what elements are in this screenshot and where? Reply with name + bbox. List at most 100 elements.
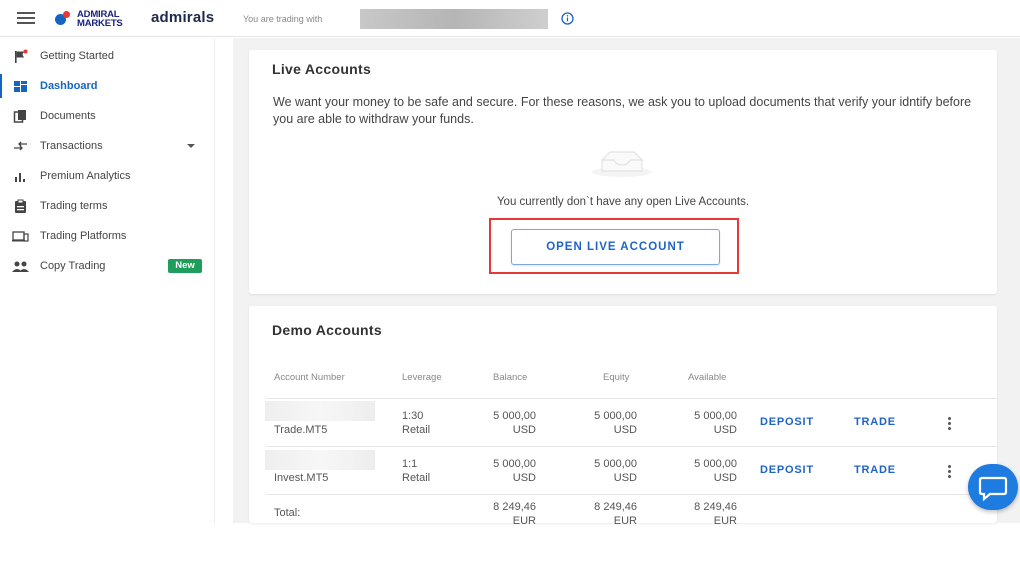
leverage-value: 1:30: [402, 410, 424, 422]
sidebar-item-label: Trading Platforms: [40, 230, 127, 242]
sidebar: Getting Started Dashboard Documents Tran…: [0, 38, 215, 523]
total-equity-value: 8 249,46: [594, 501, 637, 513]
sidebar-item-copy-trading[interactable]: Copy Trading New: [0, 251, 215, 281]
sidebar-item-trading-terms[interactable]: Trading terms: [0, 191, 215, 221]
available-currency: USD: [713, 472, 737, 484]
row-divider: [265, 494, 997, 495]
hamburger-menu-icon[interactable]: [17, 12, 35, 24]
balance-currency: USD: [512, 472, 536, 484]
total-equity-cell: 8 249,46 EUR: [576, 500, 637, 528]
logo-line-2: MARKETS: [77, 18, 123, 29]
redacted-account-number: [265, 450, 375, 470]
account-name[interactable]: Trade.MT5: [274, 424, 327, 436]
total-available-cell: 8 249,46 EUR: [676, 500, 737, 528]
available-currency: USD: [713, 424, 737, 436]
total-available-value: 8 249,46: [694, 501, 737, 513]
column-header-available: Available: [688, 372, 727, 383]
chat-icon: [978, 476, 1008, 502]
sidebar-item-documents[interactable]: Documents: [0, 101, 215, 131]
sidebar-item-transactions[interactable]: Transactions: [0, 131, 215, 161]
account-name[interactable]: Invest.MT5: [274, 472, 328, 484]
row-divider: [265, 446, 997, 447]
total-equity-currency: EUR: [613, 515, 637, 527]
sidebar-item-getting-started[interactable]: Getting Started: [0, 41, 215, 71]
clipboard-icon: [12, 198, 29, 215]
deposit-button[interactable]: DEPOSIT: [760, 416, 814, 428]
total-label: Total:: [274, 507, 301, 519]
sidebar-item-dashboard[interactable]: Dashboard: [0, 71, 215, 101]
dashboard-icon: [12, 78, 29, 95]
trading-with-label: You are trading with: [243, 14, 323, 24]
balance-value: 5 000,00: [493, 458, 536, 470]
flag-icon: [12, 48, 29, 65]
more-options-icon[interactable]: [948, 465, 952, 480]
admiral-markets-logo[interactable]: ADMIRAL MARKETS: [55, 8, 135, 30]
empty-tray-icon: [592, 151, 652, 177]
sidebar-item-label: Trading terms: [40, 200, 108, 212]
leverage-type: Retail: [402, 424, 431, 436]
leverage-cell: 1:30 Retail: [402, 409, 430, 437]
leverage-value: 1:1: [402, 458, 418, 470]
live-accounts-title: Live Accounts: [272, 61, 372, 77]
sidebar-item-premium-analytics[interactable]: Premium Analytics: [0, 161, 215, 191]
equity-value: 5 000,00: [594, 458, 637, 470]
total-available-currency: EUR: [713, 515, 737, 527]
sidebar-item-label: Dashboard: [40, 80, 98, 92]
balance-value: 5 000,00: [493, 410, 536, 422]
available-value: 5 000,00: [694, 458, 737, 470]
balance-currency: USD: [512, 424, 536, 436]
column-header-leverage: Leverage: [402, 372, 442, 383]
column-header-balance: Balance: [493, 372, 528, 383]
logo-text: ADMIRAL MARKETS: [77, 10, 123, 29]
column-header-equity: Equity: [603, 372, 630, 383]
redacted-account-number: [265, 401, 375, 421]
main-content: Live Accounts We want your money to be s…: [233, 38, 1020, 527]
leverage-cell: 1:1 Retail: [402, 457, 430, 485]
chat-button[interactable]: [968, 464, 1018, 510]
transfer-icon: [12, 138, 29, 155]
more-options-icon[interactable]: [948, 417, 952, 432]
laptop-icon: [12, 228, 29, 245]
no-live-accounts-message: You currently don`t have any open Live A…: [496, 196, 750, 208]
equity-value: 5 000,00: [594, 410, 637, 422]
row-divider: [265, 398, 997, 399]
sidebar-item-label: Copy Trading: [40, 260, 106, 272]
balance-cell: 5 000,00 USD: [475, 409, 536, 437]
live-accounts-description: We want your money to be safe and secure…: [273, 95, 972, 126]
live-accounts-card: Live Accounts We want your money to be s…: [249, 50, 997, 294]
available-cell: 5 000,00 USD: [676, 409, 737, 437]
equity-cell: 5 000,00 USD: [576, 409, 637, 437]
column-header-account-number: Account Number: [274, 372, 345, 383]
equity-currency: USD: [613, 424, 637, 436]
sidebar-item-label: Premium Analytics: [40, 170, 131, 182]
logo-mark-red: [63, 11, 70, 18]
available-cell: 5 000,00 USD: [676, 457, 737, 485]
deposit-button[interactable]: DEPOSIT: [760, 464, 814, 476]
info-icon[interactable]: [561, 12, 574, 25]
trade-button[interactable]: TRADE: [854, 416, 896, 428]
brand-name: admirals: [151, 9, 215, 26]
active-indicator: [0, 74, 2, 98]
leverage-type: Retail: [402, 472, 431, 484]
bar-chart-icon: [12, 168, 29, 185]
demo-accounts-card: Demo Accounts Account Number Leverage Ba…: [249, 306, 997, 527]
top-bar: ADMIRAL MARKETS admirals You are trading…: [0, 0, 1020, 37]
sidebar-item-trading-platforms[interactable]: Trading Platforms: [0, 221, 215, 251]
sidebar-item-label: Documents: [40, 110, 96, 122]
chevron-down-icon[interactable]: [187, 144, 195, 148]
trade-button[interactable]: TRADE: [854, 464, 896, 476]
total-balance-value: 8 249,46: [493, 501, 536, 513]
available-value: 5 000,00: [694, 410, 737, 422]
documents-icon: [12, 108, 29, 125]
sidebar-item-label: Getting Started: [40, 50, 114, 62]
demo-accounts-title: Demo Accounts: [272, 322, 382, 338]
people-icon: [12, 258, 29, 275]
total-balance-currency: EUR: [512, 515, 536, 527]
open-live-account-button[interactable]: OPEN LIVE ACCOUNT: [511, 229, 720, 265]
total-balance-cell: 8 249,46 EUR: [475, 500, 536, 528]
sidebar-item-label: Transactions: [40, 140, 103, 152]
new-badge: New: [168, 259, 202, 273]
equity-cell: 5 000,00 USD: [576, 457, 637, 485]
equity-currency: USD: [613, 472, 637, 484]
entity-selector-redacted[interactable]: [360, 9, 548, 29]
